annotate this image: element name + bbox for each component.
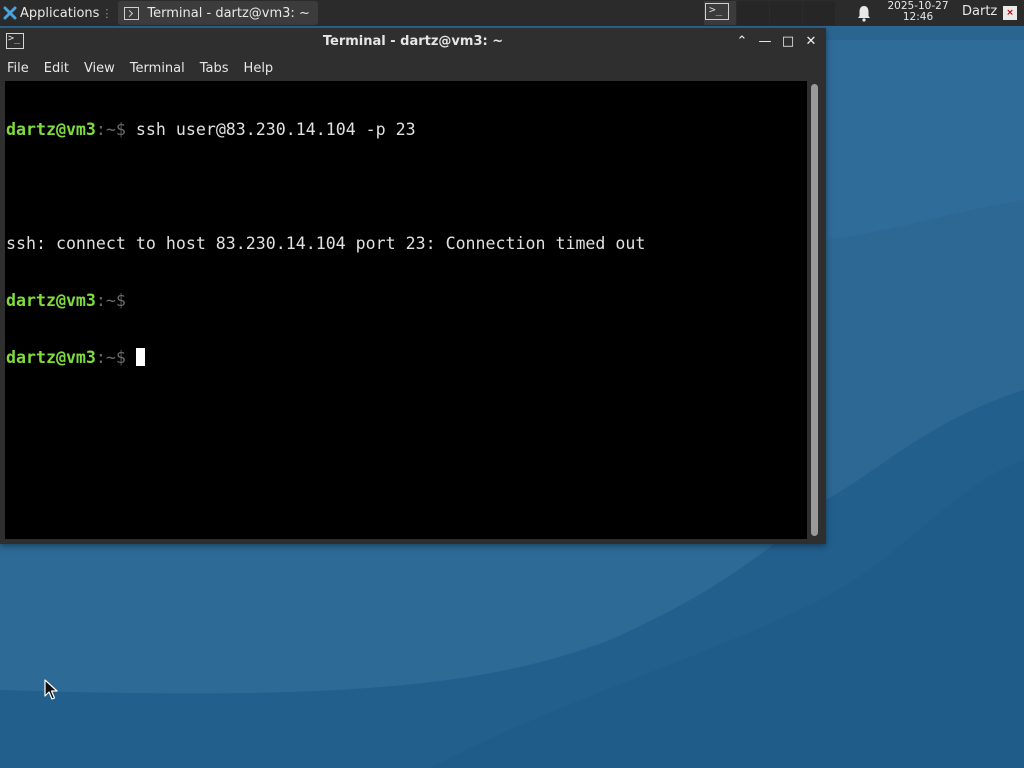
logout-icon[interactable]: × <box>1003 6 1017 20</box>
terminal-line: ssh: connect to host 83.230.14.104 port … <box>6 234 645 253</box>
prompt-suffix: :~$ <box>95 120 126 139</box>
prompt-user: dartz@vm3 <box>6 291 96 310</box>
prompt-user: dartz@vm3 <box>6 120 96 139</box>
minimize-button[interactable]: — <box>756 33 774 51</box>
terminal-line: dartz@vm3:~$ ssh user@83.230.14.104 -p 2… <box>6 120 645 139</box>
applications-label: Applications <box>20 5 100 21</box>
terminal-line: dartz@vm3:~$ <box>6 348 645 367</box>
terminal-icon <box>705 3 729 20</box>
prompt-user: dartz@vm3 <box>6 348 96 367</box>
menu-terminal[interactable]: Terminal <box>125 61 193 76</box>
menu-bar: File Edit View Terminal Tabs Help <box>0 56 826 80</box>
terminal-output-area[interactable]: dartz@vm3:~$ ssh user@83.230.14.104 -p 2… <box>5 81 807 539</box>
clock[interactable]: 2025-10-27 12:46 <box>882 1 954 23</box>
terminal-text: dartz@vm3:~$ ssh user@83.230.14.104 -p 2… <box>6 82 645 405</box>
text-cursor <box>135 348 145 366</box>
scrollbar-thumb[interactable] <box>811 84 818 536</box>
taskbar-terminal-label: Terminal - dartz@vm3: ~ <box>147 5 310 21</box>
terminal-scrollbar[interactable] <box>808 81 822 539</box>
workspace-3[interactable] <box>770 1 802 25</box>
shade-button[interactable]: ⌃ <box>733 33 751 51</box>
terminal-line: dartz@vm3:~$ <box>6 291 645 310</box>
panel-separator: ⋮ <box>101 6 113 20</box>
window-title: Terminal - dartz@vm3: ~ <box>322 34 504 49</box>
menu-help[interactable]: Help <box>239 61 282 76</box>
command-text <box>126 348 136 367</box>
xfce-logo-icon <box>3 6 17 20</box>
close-button[interactable]: ✕ <box>802 33 820 51</box>
terminal-icon <box>124 6 140 20</box>
bell-icon[interactable] <box>856 4 872 22</box>
mouse-pointer-icon <box>44 679 58 700</box>
user-name-button[interactable]: Dartz <box>962 4 997 19</box>
window-titlebar[interactable]: Terminal - dartz@vm3: ~ ⌃ — □ ✕ <box>0 28 826 56</box>
prompt-suffix: :~$ <box>95 291 126 310</box>
workspace-1[interactable] <box>704 1 736 25</box>
clock-time: 12:46 <box>902 11 934 23</box>
prompt-suffix: :~$ <box>95 348 126 367</box>
applications-menu-button[interactable]: Applications ⋮ <box>0 0 116 26</box>
output-text: ssh: connect to host 83.230.14.104 port … <box>6 234 646 253</box>
maximize-button[interactable]: □ <box>779 33 797 51</box>
terminal-window: Terminal - dartz@vm3: ~ ⌃ — □ ✕ File Edi… <box>0 28 826 544</box>
menu-edit[interactable]: Edit <box>39 61 77 76</box>
workspace-4[interactable] <box>803 1 835 25</box>
menu-view[interactable]: View <box>79 61 123 76</box>
workspace-2[interactable] <box>737 1 769 25</box>
top-panel: Applications ⋮ Terminal - dartz@vm3: ~ 2… <box>0 0 1024 26</box>
taskbar-terminal-button[interactable]: Terminal - dartz@vm3: ~ <box>118 1 318 25</box>
command-text: ssh user@83.230.14.104 -p 23 <box>125 120 416 139</box>
workspace-switcher <box>704 1 836 25</box>
menu-tabs[interactable]: Tabs <box>195 61 237 76</box>
menu-file[interactable]: File <box>2 61 37 76</box>
